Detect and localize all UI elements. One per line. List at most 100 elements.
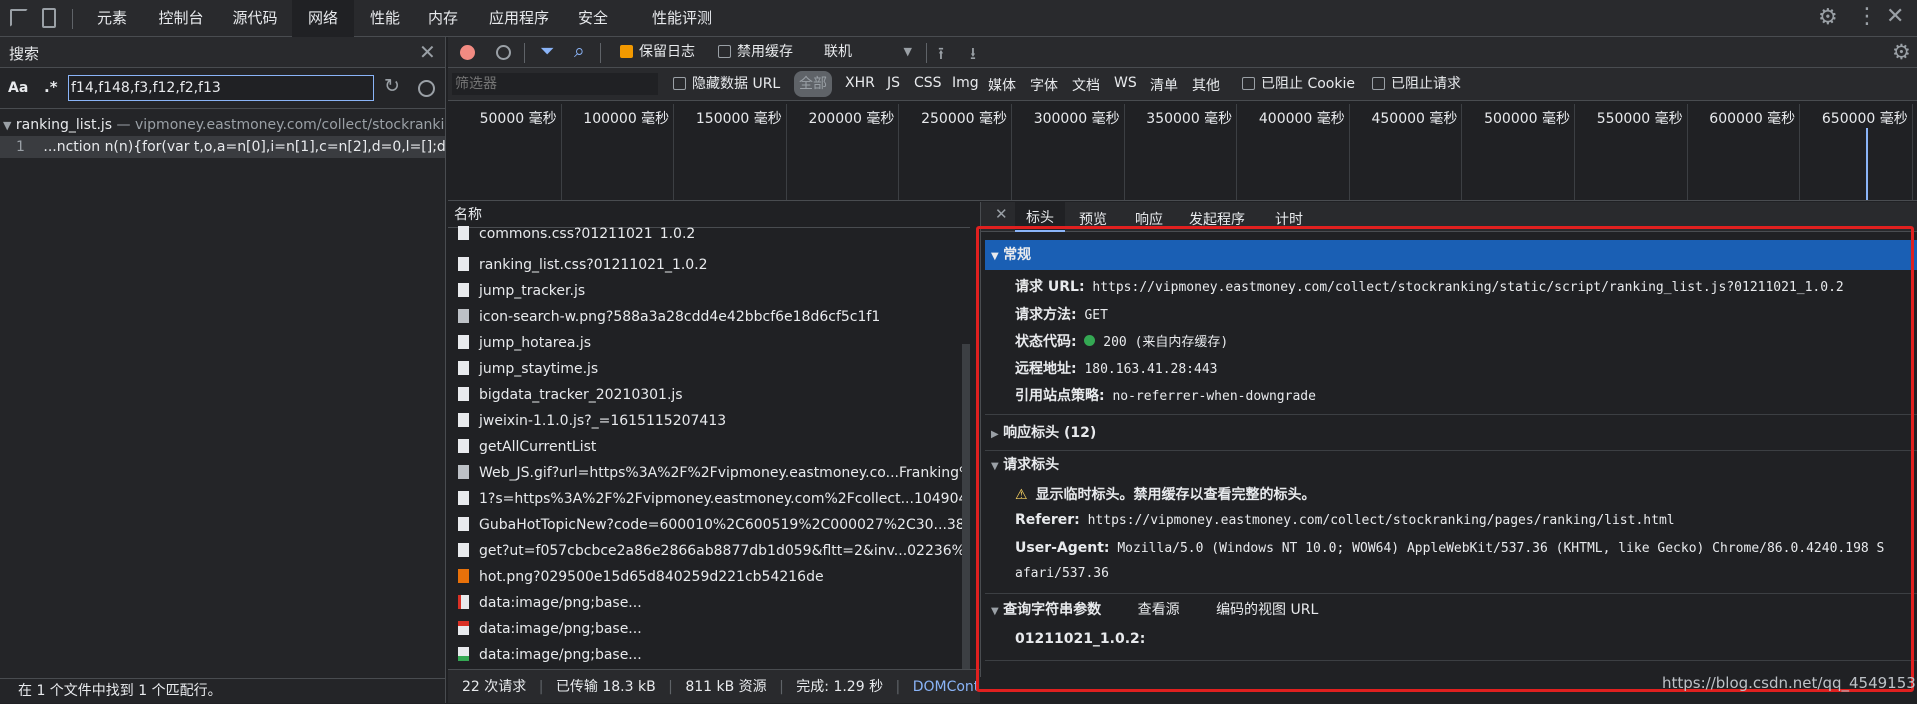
hide-data-url-checkbox[interactable]: 隐藏数据 URL bbox=[673, 74, 780, 94]
tab-network[interactable]: 网络 bbox=[292, 0, 354, 37]
record-icon[interactable] bbox=[460, 45, 475, 60]
request-row[interactable]: jump_tracker.js bbox=[448, 278, 970, 304]
search-result-line[interactable]: 1 ...nction n(n){for(var t,o,a=n[0],i=n[… bbox=[0, 136, 445, 158]
request-row[interactable]: commons.css?01211021_1.0.2 bbox=[448, 226, 970, 240]
status-resources: 811 kB 资源 bbox=[685, 679, 767, 695]
timeline-gridline bbox=[1236, 104, 1238, 200]
timeline-tick-label: 450000 毫秒 bbox=[1371, 111, 1458, 127]
timeline-tick-label: 500000 毫秒 bbox=[1484, 111, 1570, 127]
request-row[interactable]: data:image/png;base... bbox=[448, 642, 970, 668]
request-row[interactable]: GubaHotTopicNew?code=600010%2C600519%2C0… bbox=[448, 512, 970, 538]
filter-type-other[interactable]: 其他 bbox=[1192, 75, 1220, 95]
filter-type-manifest[interactable]: 清单 bbox=[1150, 75, 1178, 95]
tab-console[interactable]: 控制台 bbox=[148, 0, 214, 37]
toolbar-divider bbox=[524, 43, 525, 63]
blocked-requests-checkbox[interactable]: 已阻止请求 bbox=[1372, 74, 1461, 94]
checkbox-icon bbox=[673, 77, 686, 90]
status-finish: 完成: 1.29 秒 bbox=[796, 679, 884, 695]
disable-cache-checkbox[interactable]: 禁用缓存 bbox=[718, 42, 793, 62]
inspect-element-icon[interactable] bbox=[10, 9, 28, 27]
regex-toggle[interactable]: .* bbox=[44, 78, 58, 96]
request-list-header[interactable]: 名称 bbox=[448, 202, 970, 228]
filter-type-doc[interactable]: 文档 bbox=[1072, 75, 1100, 95]
file-icon bbox=[458, 257, 469, 271]
settings-gear-icon[interactable]: ⚙ bbox=[1818, 6, 1838, 30]
timeline-tick-label: 350000 毫秒 bbox=[1146, 111, 1233, 127]
tab-memory[interactable]: 内存 bbox=[418, 0, 468, 37]
filter-all-button[interactable]: 全部 bbox=[794, 71, 832, 97]
timeline-tick-label: 50000 毫秒 bbox=[479, 111, 557, 127]
request-row[interactable]: jump_hotarea.js bbox=[448, 330, 970, 356]
request-row[interactable]: getAllCurrentList bbox=[448, 434, 970, 460]
tab-lighthouse[interactable]: 性能评测 bbox=[640, 0, 724, 37]
blocked-cookies-checkbox[interactable]: 已阻止 Cookie bbox=[1242, 74, 1355, 94]
timeline-gridline bbox=[1348, 104, 1350, 200]
throttling-value: 联机 bbox=[824, 44, 852, 60]
filter-type-css[interactable]: CSS bbox=[914, 75, 942, 91]
filter-funnel-icon[interactable]: ⏷ bbox=[540, 41, 554, 62]
status-sep: | bbox=[668, 679, 673, 695]
request-row[interactable]: data:image/png;base... bbox=[448, 590, 970, 616]
filter-type-ws[interactable]: WS bbox=[1114, 75, 1137, 91]
search-icon[interactable]: ⌕ bbox=[574, 40, 585, 62]
tab-security[interactable]: 安全 bbox=[568, 0, 618, 37]
close-details-icon[interactable]: ✕ bbox=[995, 205, 1008, 223]
device-toolbar-icon[interactable] bbox=[42, 8, 56, 28]
clear-log-icon[interactable] bbox=[496, 45, 511, 60]
request-row[interactable]: icon-search-w.png?588a3a28cdd4e42bbcf6e1… bbox=[448, 304, 970, 330]
checkbox-checked-icon bbox=[620, 45, 633, 58]
match-case-toggle[interactable]: Aa bbox=[8, 80, 28, 96]
timeline-gridline bbox=[1011, 104, 1012, 200]
tab-application[interactable]: 应用程序 bbox=[478, 0, 560, 37]
request-row[interactable]: jump_staytime.js bbox=[448, 356, 970, 382]
filter-input[interactable] bbox=[452, 73, 658, 95]
file-icon bbox=[458, 439, 469, 453]
close-search-icon[interactable]: ✕ bbox=[419, 40, 436, 64]
filter-type-img[interactable]: Img bbox=[952, 75, 979, 91]
timeline-gridline bbox=[1686, 104, 1688, 200]
request-row[interactable]: hot.png?029500e15d65d840259d221cb54216de bbox=[448, 564, 970, 590]
more-options-icon[interactable]: ⋮ bbox=[1856, 4, 1878, 30]
tab-performance[interactable]: 性能 bbox=[360, 0, 410, 37]
request-row[interactable]: ranking_list.css?01211021_1.0.2 bbox=[448, 252, 970, 278]
request-name: data:image/png;base... bbox=[479, 647, 642, 663]
chevron-down-icon: ▼ bbox=[903, 45, 912, 58]
search-result-file[interactable]: ▼ ranking_list.js — vipmoney.eastmoney.c… bbox=[0, 114, 445, 136]
request-row[interactable]: bigdata_tracker_20210301.js bbox=[448, 382, 970, 408]
request-row[interactable]: 1?s=https%3A%2F%2Fvipmoney.eastmoney.com… bbox=[448, 486, 970, 512]
network-statusbar: 22 次请求 | 已传输 18.3 kB | 811 kB 资源 | 完成: 1… bbox=[448, 669, 980, 703]
timeline-activity-bar bbox=[1866, 128, 1868, 200]
search-input[interactable] bbox=[68, 75, 374, 101]
refresh-search-icon[interactable]: ↻ bbox=[384, 75, 400, 97]
column-name-header: 名称 bbox=[454, 207, 482, 223]
filter-type-font[interactable]: 字体 bbox=[1030, 75, 1058, 95]
network-settings-icon[interactable]: ⚙ bbox=[1892, 40, 1911, 64]
search-status: 在 1 个文件中找到 1 个匹配行。 bbox=[0, 678, 445, 703]
request-name: data:image/png;base... bbox=[479, 621, 642, 637]
timeline-tick-label: 600000 毫秒 bbox=[1709, 111, 1796, 127]
export-har-icon[interactable]: ⭳ bbox=[970, 41, 976, 70]
filter-type-media[interactable]: 媒体 bbox=[988, 75, 1016, 95]
filter-type-js[interactable]: JS bbox=[887, 75, 900, 91]
tab-elements[interactable]: 元素 bbox=[84, 0, 140, 37]
expand-arrow-icon: ▼ bbox=[3, 119, 12, 132]
file-icon bbox=[458, 491, 469, 505]
timeline-gridline bbox=[1799, 104, 1801, 200]
image-file-icon bbox=[458, 309, 469, 323]
request-row[interactable]: get?ut=f057cbcbce2a86e2866ab8877db1d059&… bbox=[448, 538, 970, 564]
tab-sources[interactable]: 源代码 bbox=[222, 0, 288, 37]
clear-search-icon[interactable] bbox=[418, 80, 435, 97]
status-sep: | bbox=[895, 679, 901, 695]
preserve-log-checkbox[interactable]: 保留日志 bbox=[620, 42, 695, 62]
close-devtools-icon[interactable]: ✕ bbox=[1886, 3, 1904, 31]
request-row[interactable]: Web_JS.gif?url=https%3A%2F%2Fvipmoney.ea… bbox=[448, 460, 970, 486]
filter-type-xhr[interactable]: XHR bbox=[845, 75, 875, 91]
request-list-scrollbar[interactable] bbox=[962, 344, 970, 674]
request-row[interactable]: data:image/png;base... bbox=[448, 616, 970, 642]
request-name: commons.css?01211021_1.0.2 bbox=[479, 226, 696, 240]
file-icon bbox=[458, 387, 469, 401]
throttling-select[interactable]: 联机 ▼ bbox=[824, 42, 912, 62]
import-har-icon[interactable]: ⭱ bbox=[938, 41, 944, 70]
result-file-sep: — bbox=[112, 117, 135, 133]
request-row[interactable]: jweixin-1.1.0.js?_=1615115207413 bbox=[448, 408, 970, 434]
